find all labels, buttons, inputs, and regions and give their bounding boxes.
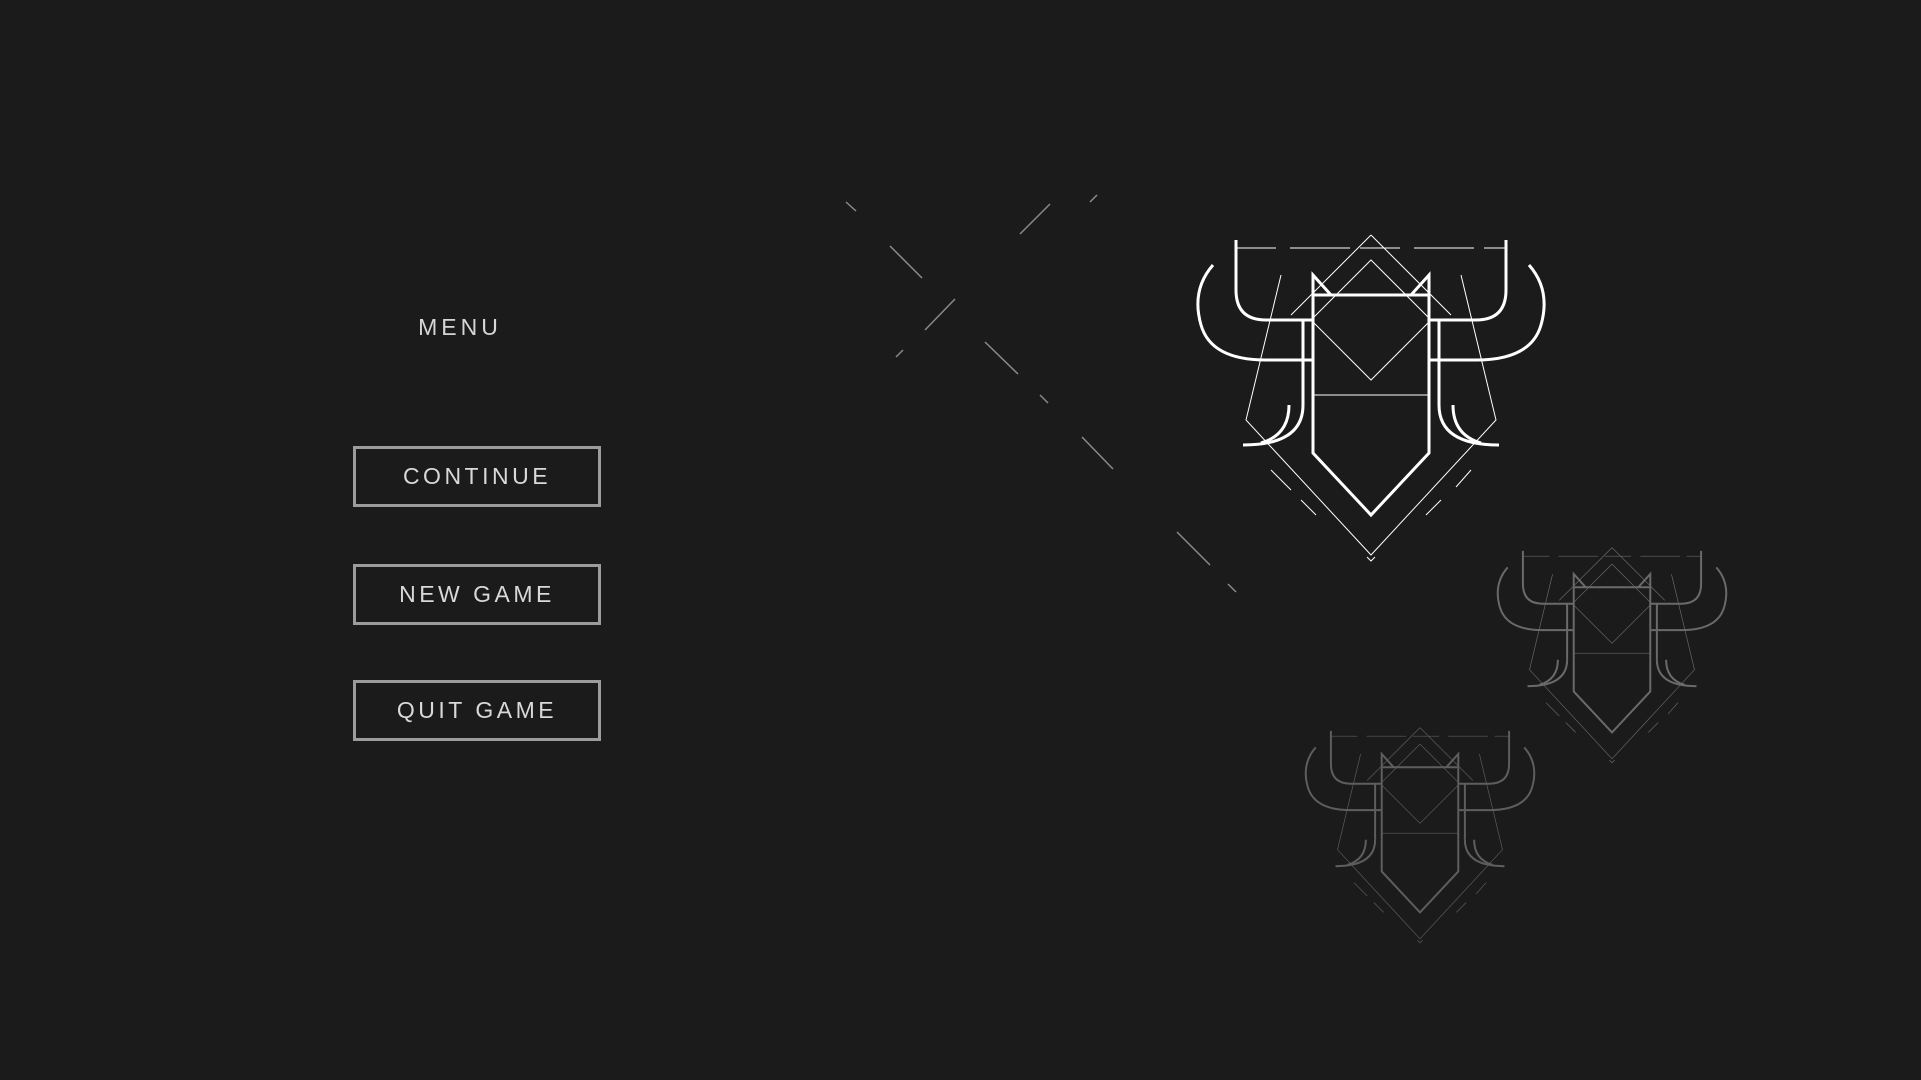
- quit-game-button[interactable]: QUIT GAME: [353, 680, 601, 741]
- bull-head-emblem-faded-right-icon: [1496, 546, 1728, 764]
- bull-head-emblem-faded-bottom-icon: [1304, 726, 1536, 944]
- bull-head-emblem-icon: [1196, 233, 1546, 563]
- menu-title: MENU: [418, 314, 502, 340]
- continue-button[interactable]: CONTINUE: [353, 446, 601, 507]
- main-menu-screen: MENU CONTINUE NEW GAME QUIT GAME: [0, 0, 1921, 1080]
- background-art: [845, 194, 1728, 944]
- new-game-button[interactable]: NEW GAME: [353, 564, 601, 625]
